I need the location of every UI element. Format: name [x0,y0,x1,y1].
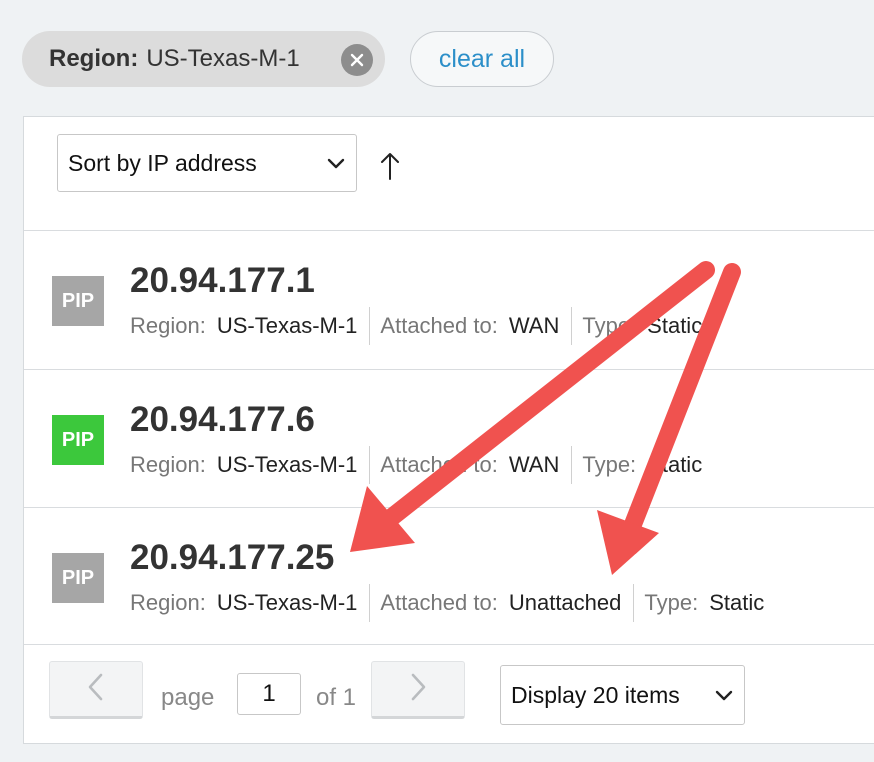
divider [24,644,874,645]
ip-meta: Region: US-Texas-M-1 Attached to: Unattach… [130,584,764,622]
pip-badge: PIP [52,415,104,465]
type-label: Type: [644,590,699,615]
attached-label: Attached to: [380,452,498,477]
pip-badge: PIP [52,553,104,603]
prev-page-button[interactable] [49,661,143,719]
ip-address[interactable]: 20.94.177.25 [130,538,334,578]
region-label: Region: [130,313,206,338]
region-label: Region: [130,452,206,477]
chevron-down-icon [324,151,348,181]
region-value: US-Texas-M-1 [216,313,358,338]
meta-separator [571,446,573,484]
page-input[interactable]: 1 [237,673,301,715]
ip-list-panel: Sort by IP address PIP 20.94.177.1 Regio… [23,116,874,744]
sort-select[interactable]: Sort by IP address [57,134,357,192]
type-value: Static [647,452,703,477]
clear-all-button[interactable]: clear all [410,31,554,87]
page-label: page [161,684,215,711]
attached-label: Attached to: [380,313,498,338]
ip-address[interactable]: 20.94.177.6 [130,400,315,440]
meta-separator [369,446,371,484]
page-total: of 1 [316,684,357,711]
close-icon[interactable] [341,44,373,76]
chevron-down-icon [712,683,736,713]
meta-separator [369,307,371,345]
chevron-left-icon [86,672,106,707]
type-label: Type: [582,452,637,477]
ip-address[interactable]: 20.94.177.1 [130,261,315,301]
meta-separator [633,584,635,622]
filter-chip-region: Region: US-Texas-M-1 [22,31,385,87]
ip-meta: Region: US-Texas-M-1 Attached to: WAN Type… [130,307,702,345]
meta-separator [571,307,573,345]
region-value: US-Texas-M-1 [216,452,358,477]
next-page-button[interactable] [371,661,465,719]
sort-select-value: Sort by IP address [68,149,257,176]
ip-row[interactable]: PIP 20.94.177.6 Region: US-Texas-M-1 Atta… [24,370,874,508]
type-value: Static [709,590,765,615]
filter-chip-value: US-Texas-M-1 [146,45,300,72]
arrow-up-icon[interactable] [379,151,401,186]
attached-value: WAN [508,452,560,477]
meta-separator [369,584,371,622]
attached-label: Attached to: [380,590,498,615]
ip-meta: Region: US-Texas-M-1 Attached to: WAN Type… [130,446,702,484]
items-per-page-select[interactable]: Display 20 items [500,665,745,725]
type-value: Static [647,313,703,338]
ip-row[interactable]: PIP 20.94.177.1 Region: US-Texas-M-1 Atta… [24,231,874,369]
filter-chip-key: Region: [49,45,139,72]
type-label: Type: [582,313,637,338]
attached-value: Unattached [508,590,622,615]
items-per-page-value: Display 20 items [511,681,680,708]
chevron-right-icon [408,672,428,707]
attached-value: WAN [508,313,560,338]
region-label: Region: [130,590,206,615]
pip-badge: PIP [52,276,104,326]
ip-row[interactable]: PIP 20.94.177.25 Region: US-Texas-M-1 Att… [24,508,874,646]
region-value: US-Texas-M-1 [216,590,358,615]
